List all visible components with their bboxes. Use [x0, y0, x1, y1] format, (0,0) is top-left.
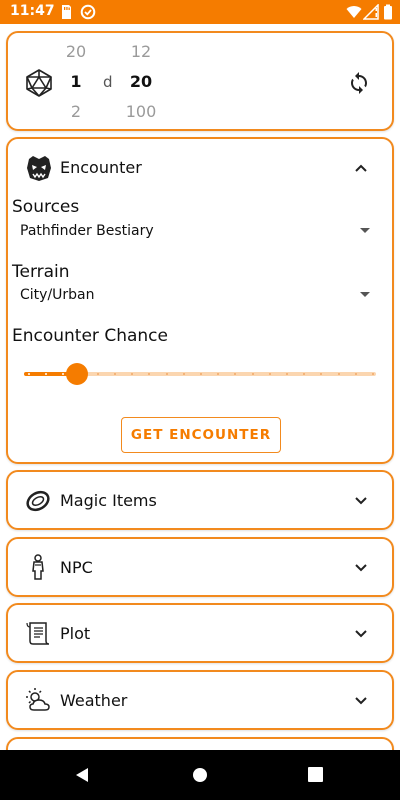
signal-icon	[363, 4, 379, 20]
slider-tick	[97, 373, 99, 375]
slider-tick	[114, 373, 116, 375]
slider-tick	[286, 373, 288, 375]
weather-title: Weather	[60, 691, 128, 710]
slider-tick	[148, 373, 150, 375]
encounter-title: Encounter	[60, 158, 142, 177]
get-encounter-button[interactable]: GET ENCOUNTER	[121, 417, 281, 453]
dice-separator: d	[103, 73, 113, 91]
slider-tick	[183, 373, 185, 375]
battery-icon	[384, 4, 392, 20]
monster-icon	[27, 156, 51, 181]
dropdown-arrow-icon	[360, 292, 370, 297]
back-icon[interactable]	[74, 767, 90, 783]
dice-sides-below: 100	[125, 102, 157, 121]
slider-tick	[234, 373, 236, 375]
dropdown-arrow-icon	[360, 228, 370, 233]
encounter-chance-slider[interactable]	[24, 360, 376, 388]
chevron-down-icon[interactable]	[354, 694, 368, 708]
npc-card[interactable]: NPC	[6, 537, 394, 597]
slider-tick	[131, 373, 133, 375]
chevron-down-icon[interactable]	[354, 561, 368, 575]
home-icon[interactable]	[192, 767, 208, 783]
ring-icon	[26, 490, 50, 512]
sd-card-icon	[62, 5, 71, 19]
terrain-dropdown[interactable]: City/Urban	[12, 282, 382, 312]
reroll-icon[interactable]	[347, 71, 371, 95]
dice-roller-card: 20 1 2 d 12 20 100	[6, 31, 394, 131]
dice-count-selected: 1	[70, 72, 82, 91]
chevron-up-icon[interactable]	[354, 161, 368, 175]
magic-items-title: Magic Items	[60, 491, 157, 510]
slider-tick	[372, 373, 374, 375]
slider-tick	[252, 373, 254, 375]
slider-tick	[269, 373, 271, 375]
sources-value: Pathfinder Bestiary	[20, 223, 154, 239]
magic-items-card[interactable]: Magic Items	[6, 470, 394, 530]
plot-title: Plot	[60, 624, 91, 643]
chevron-down-icon[interactable]	[354, 627, 368, 641]
status-bar: 11:47	[0, 0, 400, 24]
status-time: 11:47	[10, 3, 55, 19]
slider-tick	[355, 373, 357, 375]
encounter-chance-label: Encounter Chance	[12, 326, 168, 346]
wifi-icon	[346, 6, 362, 18]
slider-tick	[166, 373, 168, 375]
dice-count-above: 20	[65, 42, 87, 61]
sources-label: Sources	[12, 197, 80, 217]
d20-dice-icon	[26, 69, 52, 97]
slider-tick	[62, 373, 64, 375]
recents-icon[interactable]	[308, 767, 323, 782]
person-icon	[32, 554, 44, 580]
slider-tick	[200, 373, 202, 375]
dice-sides-selected: 20	[129, 72, 153, 91]
slider-tick	[320, 373, 322, 375]
encounter-card: Encounter Sources Pathfinder Bestiary Te…	[6, 137, 394, 464]
slider-tick	[303, 373, 305, 375]
npc-title: NPC	[60, 558, 93, 577]
slider-tick	[217, 373, 219, 375]
slider-tick	[338, 373, 340, 375]
chevron-down-icon[interactable]	[354, 494, 368, 508]
dice-count-below: 2	[70, 102, 82, 121]
terrain-value: City/Urban	[20, 287, 95, 303]
plot-card[interactable]: Plot	[6, 603, 394, 663]
slider-tick	[45, 373, 47, 375]
sources-dropdown[interactable]: Pathfinder Bestiary	[12, 218, 382, 248]
data-saver-icon	[80, 4, 96, 20]
dice-sides-above: 12	[130, 42, 152, 61]
navigation-bar	[0, 750, 400, 800]
terrain-label: Terrain	[12, 262, 70, 282]
weather-icon	[26, 688, 50, 711]
slider-tick	[28, 373, 30, 375]
weather-card[interactable]: Weather	[6, 670, 394, 730]
scroll-icon	[26, 622, 50, 645]
slider-thumb[interactable]	[66, 363, 88, 385]
